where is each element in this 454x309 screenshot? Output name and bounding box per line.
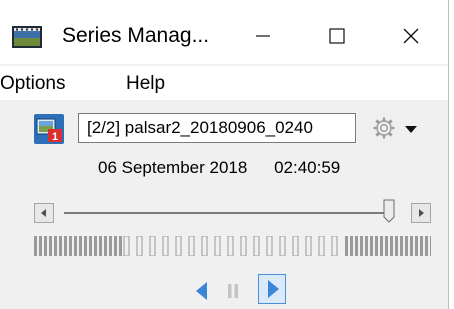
- timeline-tick: [59, 236, 62, 256]
- acquisition-datetime: 06 September 2018 02:40:59: [98, 157, 340, 179]
- timeline-tick: [345, 236, 348, 256]
- timeline-tick: [44, 236, 47, 256]
- timeline-tick: [119, 236, 122, 256]
- arrow-left-icon: [41, 209, 46, 217]
- timeline-tick: [350, 236, 353, 256]
- timeline-tick: [430, 236, 431, 256]
- timeline-tick: [175, 236, 182, 256]
- timeline-tick: [49, 236, 52, 256]
- menu-options[interactable]: Options: [0, 72, 65, 96]
- timeline-tick: [266, 236, 273, 256]
- timeline-tick: [390, 236, 393, 256]
- timeline-tick: [162, 236, 169, 256]
- svg-text:1: 1: [52, 131, 58, 143]
- timeline-tick: [331, 236, 338, 256]
- acquisition-date: 06 September 2018: [98, 158, 248, 177]
- timeline-tick: [84, 236, 87, 256]
- timeline-tick: [74, 236, 77, 256]
- minimize-icon: [256, 35, 270, 37]
- timeline-tick: [420, 236, 423, 256]
- chevron-down-icon[interactable]: [405, 126, 417, 133]
- timeline-tick: [201, 236, 208, 256]
- timeline-tick: [104, 236, 107, 256]
- timeline-tick: [253, 236, 260, 256]
- timeline-tick: [69, 236, 72, 256]
- slider-track[interactable]: [64, 211, 386, 215]
- timeline-tick: [109, 236, 112, 256]
- arrow-right-icon: [419, 209, 424, 217]
- timeline-tick: [415, 236, 418, 256]
- timeline-tick: [425, 236, 428, 256]
- timeline-tick: [214, 236, 221, 256]
- timeline-tick: [227, 236, 234, 256]
- timeline-tick: [136, 236, 143, 256]
- timeline-tick: [89, 236, 92, 256]
- scroll-left-button[interactable]: [34, 203, 54, 223]
- timeline-tick: [305, 236, 312, 256]
- timeline-tick: [94, 236, 97, 256]
- scroll-right-button[interactable]: [411, 203, 431, 223]
- maximize-button[interactable]: [302, 16, 372, 56]
- timeline-tick: [123, 236, 130, 256]
- play-forward-icon: [268, 280, 279, 298]
- timeline-tick: [79, 236, 82, 256]
- timeline-tick: [385, 236, 388, 256]
- timeline-tick: [240, 236, 247, 256]
- maximize-icon: [329, 28, 345, 44]
- timeline-tick: [375, 236, 378, 256]
- window-title: Series Manag...: [62, 24, 210, 47]
- timeline-tick: [318, 236, 325, 256]
- title-bar[interactable]: Series Manag...: [0, 0, 448, 64]
- timeline-tick: [395, 236, 398, 256]
- timeline-tick: [400, 236, 403, 256]
- timeline-tick: [292, 236, 299, 256]
- play-reverse-icon[interactable]: [192, 279, 210, 303]
- timeline-tick: [64, 236, 67, 256]
- series-manager-window: Series Manag... Options Help 1 [2/2] pal…: [0, 0, 449, 309]
- timeline-tick: [360, 236, 363, 256]
- timeline-tick: [114, 236, 117, 256]
- gear-icon[interactable]: [372, 116, 396, 140]
- app-film-icon: [12, 26, 42, 48]
- acquisition-time: 02:40:59: [274, 158, 341, 177]
- timeline-tick: [365, 236, 368, 256]
- minimize-button[interactable]: [228, 16, 298, 56]
- series-dropdown[interactable]: [2/2] palsar2_20180906_0240: [78, 113, 356, 143]
- timeline-tick: [405, 236, 408, 256]
- menu-help[interactable]: Help: [126, 72, 165, 96]
- timeline-tick: [34, 236, 37, 256]
- timeline-tick: [380, 236, 383, 256]
- timeline-tick: [188, 236, 195, 256]
- timeline-tick: [99, 236, 102, 256]
- pause-icon[interactable]: [224, 281, 242, 301]
- timeline-tick: [279, 236, 286, 256]
- slider-thumb[interactable]: [383, 199, 395, 223]
- timeline-tick: [370, 236, 373, 256]
- timeline-tick: [149, 236, 156, 256]
- series-image-icon[interactable]: 1: [34, 114, 64, 144]
- timeline-strip[interactable]: [34, 236, 431, 256]
- menu-bar: Options Help: [0, 66, 448, 100]
- timeline-tick: [54, 236, 57, 256]
- timeline-tick: [410, 236, 413, 256]
- timeline-tick: [355, 236, 358, 256]
- close-button[interactable]: [376, 16, 446, 56]
- play-forward-button[interactable]: [258, 274, 286, 304]
- close-icon: [403, 28, 419, 44]
- timeline-tick: [39, 236, 42, 256]
